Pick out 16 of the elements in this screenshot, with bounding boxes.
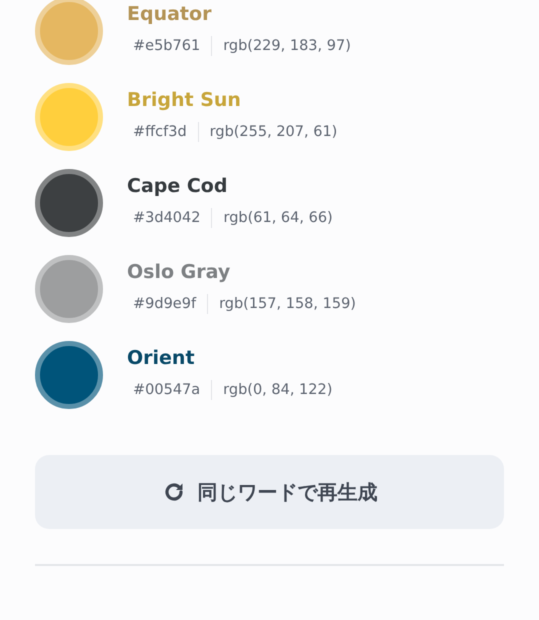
rgb-code: rgb(61, 64, 66)	[223, 209, 333, 228]
color-name: Orient	[127, 346, 196, 370]
hex-code: #00547a	[133, 381, 200, 400]
rgb-code: rgb(229, 183, 97)	[223, 37, 351, 56]
color-name: Bright Sun	[127, 88, 242, 112]
hex-code: #ffcf3d	[133, 123, 187, 142]
rgb-code: rgb(255, 207, 61)	[210, 123, 338, 142]
hex-code: #9d9e9f	[133, 295, 196, 314]
color-name: Oslo Gray	[127, 260, 232, 284]
rgb-code: rgb(157, 158, 159)	[219, 295, 356, 314]
hex-code: #e5b761	[133, 37, 200, 56]
rgb-code: rgb(0, 84, 122)	[223, 381, 332, 400]
color-name: Equator	[127, 2, 212, 26]
color-name: Cape Cod	[127, 174, 228, 198]
regenerate-button[interactable]: 同じワードで再生成	[35, 455, 504, 529]
hex-code: #3d4042	[133, 209, 200, 228]
